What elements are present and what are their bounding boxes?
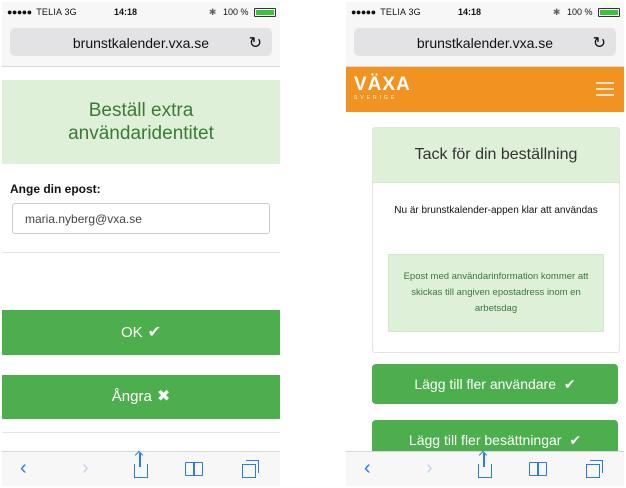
confirmation-message: Nu är brunstkalender-appen klar att anvä… [394, 205, 598, 216]
checkmark-icon: ✔ [147, 324, 162, 341]
phone-order-screen: ●●●●● TELIA 3G 14:18 ✱ 100 % brunstkalen… [2, 2, 280, 486]
checkmark-icon: ✔ [569, 432, 582, 448]
reload-icon[interactable]: ↻ [249, 33, 262, 53]
cancel-button-label: Ångra [111, 388, 152, 405]
divider [2, 252, 280, 253]
logo-text: VÄXA [354, 74, 411, 95]
info-alert: Epost med användarinformation kommer att… [388, 254, 604, 332]
site-navbar: VÄXA SVERIGE [346, 67, 624, 112]
add-crews-label: Lägg till fler besättningar [408, 432, 562, 448]
page-title: Beställ extra användaridentitet [2, 80, 280, 164]
share-icon[interactable] [134, 453, 148, 478]
tabs-icon[interactable] [242, 457, 259, 478]
battery-icon [254, 8, 276, 18]
clock: 14:18 [458, 7, 482, 17]
confirmation-panel: Tack för din beställning Nu är brunstkal… [372, 127, 620, 353]
carrier-name: TELIA [36, 7, 62, 17]
browser-address-bar: brunstkalender.vxa.se ↻ [346, 22, 624, 67]
ok-button[interactable]: OK ✔ [2, 310, 280, 355]
url-text: brunstkalender.vxa.se [416, 35, 554, 51]
status-bar: ●●●●● TELIA 3G 14:18 ✱ 100 % [2, 2, 280, 22]
network-type: 3G [64, 7, 77, 17]
cancel-button[interactable]: Ångra ✖ [2, 375, 280, 419]
page-title-text: Beställ extra användaridentitet [68, 100, 214, 144]
network-type: 3G [408, 7, 421, 17]
reload-icon[interactable]: ↻ [593, 33, 606, 53]
phone-confirmation-screen: ●●●●● TELIA 3G 14:18 ✱ 100 % brunstkalen… [346, 2, 624, 486]
battery-level: 100 % [222, 7, 249, 17]
menu-icon[interactable] [596, 82, 614, 100]
bookmarks-icon[interactable] [185, 457, 203, 476]
logo-subtext: SVERIGE [354, 95, 398, 101]
add-users-button[interactable]: Lägg till fler användare ✔ [372, 364, 618, 404]
add-users-label: Lägg till fler användare [414, 376, 557, 392]
carrier-name: TELIA [380, 7, 406, 17]
signal-icon: ●●●●● [7, 7, 32, 17]
battery-icon [598, 8, 620, 18]
share-icon[interactable] [478, 453, 492, 478]
status-bar: ●●●●● TELIA 3G 14:18 ✱ 100 % [346, 2, 624, 22]
bluetooth-icon: ✱ [552, 7, 561, 17]
email-label: Ange din epost: [10, 182, 101, 196]
vaxa-logo[interactable]: VÄXA SVERIGE [354, 74, 411, 102]
bluetooth-icon: ✱ [208, 7, 217, 17]
back-icon[interactable]: ‹ [20, 457, 27, 479]
checkmark-icon: ✔ [563, 376, 576, 392]
email-field[interactable] [12, 203, 270, 234]
back-icon[interactable]: ‹ [364, 457, 371, 479]
ok-button-label: OK [120, 324, 143, 341]
browser-address-bar: brunstkalender.vxa.se ↻ [2, 22, 280, 67]
battery-level: 100 % [566, 7, 593, 17]
url-field[interactable]: brunstkalender.vxa.se ↻ [10, 28, 272, 56]
forward-icon[interactable]: › [82, 457, 89, 479]
confirmation-heading: Tack för din beställning [373, 128, 619, 183]
url-field[interactable]: brunstkalender.vxa.se ↻ [354, 28, 616, 56]
browser-toolbar: ‹ › [2, 451, 280, 486]
bookmarks-icon[interactable] [529, 457, 547, 476]
browser-toolbar: ‹ › [346, 451, 624, 486]
cross-icon: ✖ [156, 388, 171, 405]
divider [2, 432, 280, 433]
tabs-icon[interactable] [586, 457, 603, 478]
forward-icon[interactable]: › [426, 457, 433, 479]
clock: 14:18 [114, 7, 138, 17]
signal-icon: ●●●●● [351, 7, 376, 17]
url-text: brunstkalender.vxa.se [72, 35, 210, 51]
